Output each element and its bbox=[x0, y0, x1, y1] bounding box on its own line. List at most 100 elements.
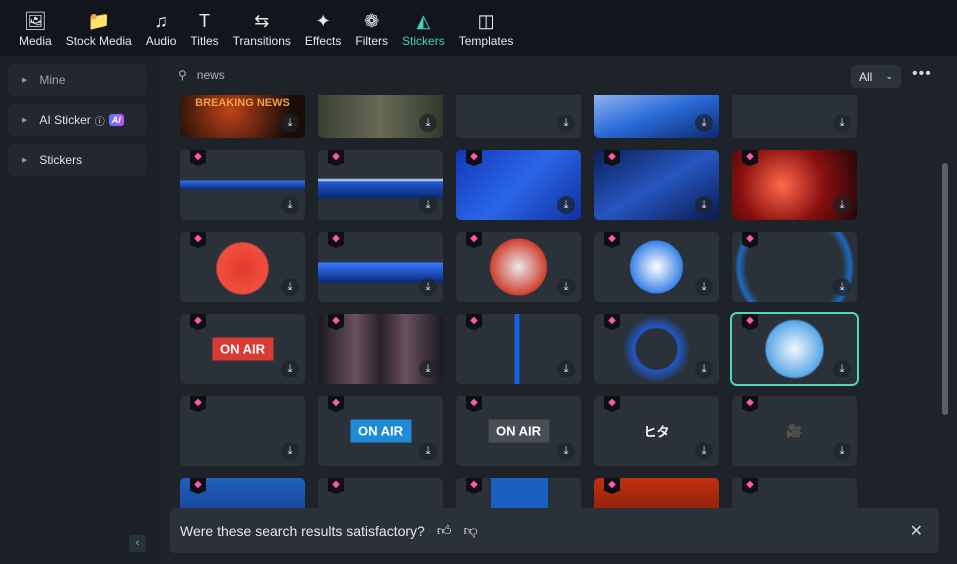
sidebar-item-ai-sticker[interactable]: ▶ AI Sticker ⓘ AI bbox=[8, 104, 146, 136]
search-input[interactable]: ⚲ news bbox=[178, 68, 225, 82]
sidebar: ▶ Mine ▶ AI Sticker ⓘ AI ▶ Stickers bbox=[0, 56, 160, 564]
premium-gem-icon: ◆ bbox=[742, 396, 758, 412]
tab-stickers[interactable]: ◭ Stickers bbox=[395, 0, 452, 56]
download-icon[interactable]: ⤓ bbox=[833, 442, 851, 460]
sticker-card[interactable]: ◆⤓ bbox=[318, 150, 443, 220]
download-icon[interactable]: ⤓ bbox=[281, 196, 299, 214]
sidebar-item-label: Stickers bbox=[39, 153, 83, 167]
premium-gem-icon: ◆ bbox=[190, 396, 206, 412]
thumbs-up-icon[interactable]: 👍︎ bbox=[437, 522, 452, 539]
sticker-card[interactable]: BREAKING NEWS ⤓ bbox=[180, 95, 305, 138]
tab-filters[interactable]: ❁ Filters bbox=[348, 0, 395, 56]
caret-right-icon: ▶ bbox=[22, 157, 28, 164]
sticker-card[interactable]: ◆⤓ bbox=[594, 232, 719, 302]
tab-label: Titles bbox=[190, 34, 219, 48]
sticker-card[interactable]: ⤓ bbox=[318, 95, 443, 138]
sticker-card[interactable]: ON AIR ◆ ⤓ bbox=[318, 396, 443, 466]
download-icon[interactable]: ⤓ bbox=[557, 114, 575, 132]
sticker-card[interactable]: ON AIR ◆ ⤓ bbox=[456, 396, 581, 466]
help-icon[interactable]: ⓘ bbox=[95, 113, 105, 128]
download-icon[interactable]: ⤓ bbox=[833, 196, 851, 214]
premium-gem-icon: ◆ bbox=[190, 314, 206, 330]
sticker-card[interactable]: ON AIR ◆ ⤓ bbox=[180, 314, 305, 384]
premium-gem-icon: ◆ bbox=[328, 232, 344, 248]
premium-gem-icon: ◆ bbox=[604, 314, 620, 330]
thumbnail-text: ON AIR bbox=[487, 419, 550, 443]
premium-gem-icon: ◆ bbox=[328, 150, 344, 166]
tab-label: Stock Media bbox=[65, 34, 132, 48]
sticker-card[interactable]: ◆⤓ bbox=[456, 314, 581, 384]
download-icon[interactable]: ⤓ bbox=[281, 278, 299, 296]
download-icon[interactable]: ⤓ bbox=[833, 278, 851, 296]
download-icon[interactable]: ⤓ bbox=[281, 442, 299, 460]
download-icon[interactable]: ⤓ bbox=[695, 114, 713, 132]
download-icon[interactable]: ⤓ bbox=[695, 196, 713, 214]
caret-right-icon: ▶ bbox=[22, 77, 28, 84]
premium-gem-icon: ◆ bbox=[466, 150, 482, 166]
sidebar-item-stickers[interactable]: ▶ Stickers bbox=[8, 144, 146, 176]
tab-label: Audio bbox=[145, 34, 177, 48]
sticker-card[interactable]: ◆⤓ bbox=[456, 232, 581, 302]
sticker-card[interactable]: ⤓ bbox=[594, 95, 719, 138]
download-icon[interactable]: ⤓ bbox=[281, 360, 299, 378]
download-icon[interactable]: ⤓ bbox=[695, 360, 713, 378]
premium-gem-icon: ◆ bbox=[604, 396, 620, 412]
sticker-card[interactable]: ⤓ bbox=[732, 95, 857, 138]
close-icon[interactable]: ✕ bbox=[910, 521, 923, 541]
thumbnail-text: ON AIR bbox=[349, 419, 412, 443]
tab-stock-media[interactable]: 📁 Stock Media bbox=[59, 0, 139, 56]
sidebar-item-mine[interactable]: ▶ Mine bbox=[8, 64, 146, 96]
chevron-down-icon: ⌄ bbox=[885, 71, 893, 81]
sticker-panel: ⚲ news All ⌄ ••• BREAKING NEWS ⤓ ⤓ ⤓ ⤓ ⤓ ◆ ⤓ ◆ ⤓ ◆ ⤓ ◆… bbox=[160, 56, 957, 564]
more-options-icon[interactable]: ••• bbox=[912, 65, 932, 83]
sticker-card[interactable]: ◆⤓ bbox=[594, 150, 719, 220]
sticker-card[interactable]: ◆⤓ bbox=[732, 150, 857, 220]
tab-audio[interactable]: ♫ Audio bbox=[139, 0, 184, 56]
search-value[interactable]: news bbox=[197, 68, 225, 82]
download-icon[interactable]: ⤓ bbox=[557, 360, 575, 378]
download-icon[interactable]: ⤓ bbox=[419, 278, 437, 296]
sticker-card[interactable]: ◆⤓ bbox=[180, 150, 305, 220]
premium-gem-icon: ◆ bbox=[466, 478, 482, 494]
download-icon[interactable]: ⤓ bbox=[557, 442, 575, 460]
sticker-card[interactable]: ◆⤓ bbox=[732, 232, 857, 302]
tab-label: Effects bbox=[304, 34, 342, 48]
download-icon[interactable]: ⤓ bbox=[419, 114, 437, 132]
download-icon[interactable]: ⤓ bbox=[695, 442, 713, 460]
thumbs-down-icon[interactable]: 👎︎ bbox=[463, 522, 477, 539]
sidebar-item-label: Mine bbox=[39, 73, 66, 87]
tab-titles[interactable]: T Titles bbox=[183, 0, 225, 56]
download-icon[interactable]: ⤓ bbox=[419, 442, 437, 460]
sticker-card[interactable]: ◆⤓ bbox=[730, 312, 859, 386]
premium-gem-icon: ◆ bbox=[604, 150, 620, 166]
download-icon[interactable]: ⤓ bbox=[557, 278, 575, 296]
media-icon: 🖼 bbox=[23, 11, 47, 31]
thumbnail-text: BREAKING NEWS bbox=[195, 97, 290, 109]
sticker-card[interactable]: ◆⤓ bbox=[594, 314, 719, 384]
sticker-card[interactable]: ◆⤓ bbox=[180, 232, 305, 302]
transitions-icon: ⇆ bbox=[254, 11, 270, 31]
download-icon[interactable]: ⤓ bbox=[833, 360, 851, 378]
tab-effects[interactable]: ✦ Effects bbox=[298, 0, 348, 56]
sticker-card[interactable]: 🎥 ◆ ⤓ bbox=[732, 396, 857, 466]
scrollbar-thumb[interactable] bbox=[942, 163, 948, 415]
tab-media[interactable]: 🖼 Media bbox=[12, 0, 59, 56]
collapse-sidebar-button[interactable]: ‹ bbox=[129, 535, 146, 552]
premium-gem-icon: ◆ bbox=[328, 314, 344, 330]
download-icon[interactable]: ⤓ bbox=[833, 114, 851, 132]
download-icon[interactable]: ⤓ bbox=[281, 114, 299, 132]
sticker-card[interactable]: ◆⤓ bbox=[318, 314, 443, 384]
sticker-card[interactable]: ヒタ ◆ ⤓ bbox=[594, 396, 719, 466]
tab-transitions[interactable]: ⇆ Transitions bbox=[226, 0, 298, 56]
filter-dropdown[interactable]: All ⌄ bbox=[851, 65, 901, 88]
download-icon[interactable]: ⤓ bbox=[557, 196, 575, 214]
sticker-card[interactable]: ◆⤓ bbox=[318, 232, 443, 302]
download-icon[interactable]: ⤓ bbox=[419, 360, 437, 378]
sticker-card[interactable]: ⤓ bbox=[456, 95, 581, 138]
tab-templates[interactable]: ◫ Templates bbox=[452, 0, 521, 56]
sticker-card[interactable]: ◆⤓ bbox=[180, 396, 305, 466]
download-icon[interactable]: ⤓ bbox=[695, 278, 713, 296]
download-icon[interactable]: ⤓ bbox=[419, 196, 437, 214]
sticker-grid: BREAKING NEWS ⤓ ⤓ ⤓ ⤓ ⤓ ◆ ⤓ ◆ ⤓ ◆ ⤓ ◆ ⤓ ◆ ⤓ ◆ ⤓ ◆ ⤓ ◆ ⤓ ◆ ⤓ ◆ ⤓ ON… bbox=[160, 95, 940, 564]
sticker-card[interactable]: ◆⤓ bbox=[456, 150, 581, 220]
